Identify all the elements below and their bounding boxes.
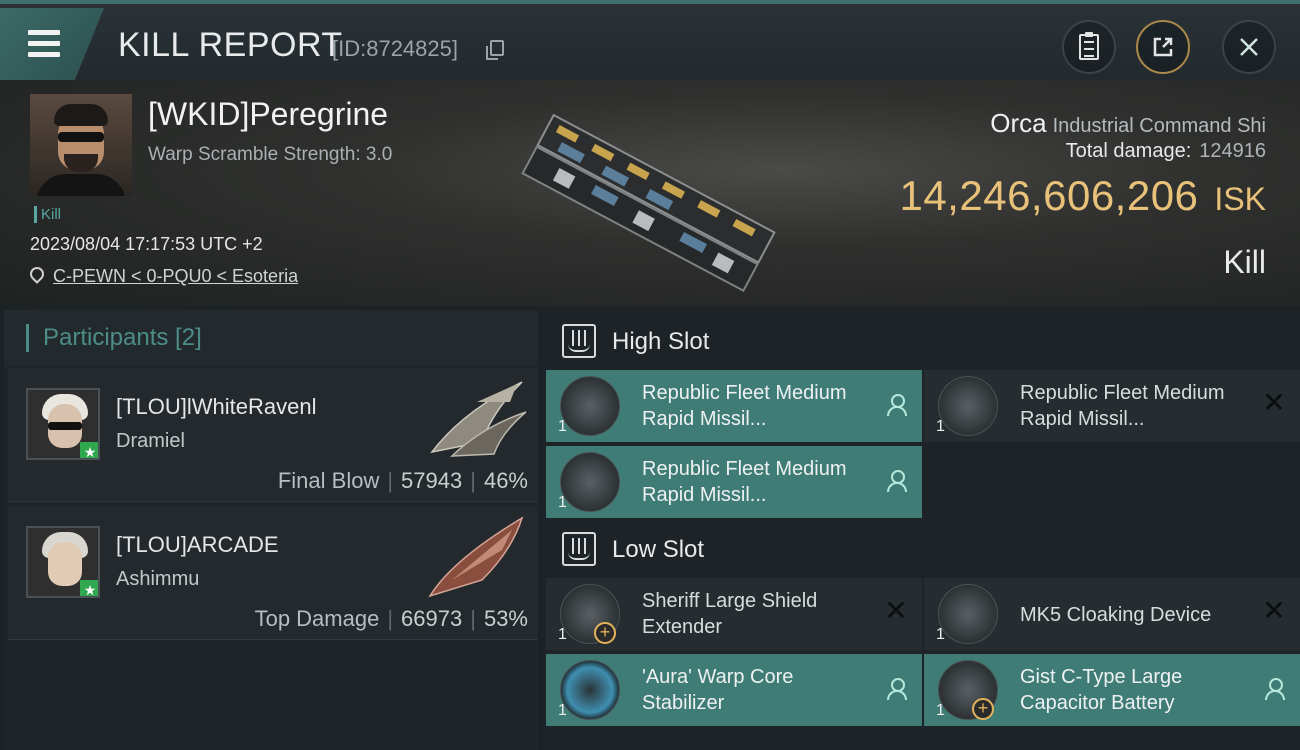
participant-percent: 53% [483,606,528,631]
module-item[interactable]: 1 Republic Fleet Medium Rapid Missil... [546,370,922,442]
module-item[interactable]: + 1 Sheriff Large Shield Extender ✕ [546,578,922,650]
share-icon [1153,37,1173,57]
participants-panel: Participants [2] ★ [TLOU]lWhiteRavenl Dr… [4,310,538,750]
star-icon: ★ [80,442,98,458]
kill-location-link[interactable]: C-PEWN < 0-PQU0 < Esoteria [53,266,298,287]
participant-percent: 46% [483,468,528,493]
module-quantity: 1 [558,418,567,435]
copy-icon[interactable] [486,40,504,60]
dramiel-ship-image [430,381,527,457]
low-slot-title: Low Slot [612,536,705,563]
ship-type[interactable]: Orca Industrial Command Shi [990,108,1266,139]
share-button[interactable] [1136,20,1190,74]
kill-result: Kill [1223,244,1266,280]
plus-icon: + [972,698,994,720]
missile-launcher-icon [938,376,998,436]
module-quantity: 1 [936,418,945,435]
header-bar: KILL REPORT [ID:8724825] [0,0,1300,80]
participant-name[interactable]: [TLOU]lWhiteRavenl [116,394,317,420]
module-quantity: 1 [936,702,945,719]
orca-ship-image [521,113,776,293]
participant-damage: 57943 [401,468,463,493]
module-item[interactable]: 1 Republic Fleet Medium Rapid Missil... [546,446,922,518]
report-id: [ID:8724825] [332,36,458,61]
kill-datetime: 2023/08/04 17:17:53 UTC +2 [30,234,263,254]
warp-scramble-strength: Warp Scramble Strength: 3.0 [148,144,393,165]
participant-role: Top Damage [254,606,380,631]
plus-icon: + [594,622,616,644]
participant-role: Final Blow [277,468,380,493]
menu-icon [28,30,60,35]
module-name: Republic Fleet Medium Rapid Missil... [642,458,847,506]
avatar[interactable]: ★ [26,388,100,460]
participants-header: Participants [2] [4,310,538,366]
module-name: Republic Fleet Medium Rapid Missil... [1020,382,1225,430]
module-item[interactable]: 1 Republic Fleet Medium Rapid Missil... … [924,370,1300,442]
participant-row[interactable]: ★ [TLOU]lWhiteRavenl Dramiel Final Blow |… [8,368,538,502]
module-name: 'Aura' Warp Core Stabilizer [642,666,794,714]
victim-portrait[interactable] [30,94,132,196]
module-quantity: 1 [558,626,567,643]
participants-title: Participants [2] [26,324,202,352]
ship-name: Orca [990,108,1047,138]
victim-summary: [WKID]Peregrine Warp Scramble Strength: … [0,80,1300,306]
high-slot-title: High Slot [612,328,710,355]
module-item[interactable]: 1 MK5 Cloaking Device ✕ [924,578,1300,650]
kill-tag: Kill [34,206,61,223]
location-pin-icon [27,264,47,284]
low-slot-header: Low Slot [542,520,1300,580]
isk-value: 14,246,606,206 ISK [899,172,1266,220]
person-icon [884,468,908,492]
person-icon [1262,676,1286,700]
menu-button[interactable] [0,8,104,80]
warp-core-stabilizer-icon [560,660,620,720]
module-name: Sheriff Large Shield Extender [642,590,818,638]
module-item[interactable]: 1 'Aura' Warp Core Stabilizer [546,654,922,726]
participant-ship: Ashimmu [116,568,200,590]
person-icon [884,676,908,700]
isk-amount: 14,246,606,206 [899,172,1199,219]
module-name: Republic Fleet Medium Rapid Missil... [642,382,847,430]
module-name: Gist C-Type Large Capacitor Battery [1020,666,1183,714]
module-quantity: 1 [936,626,945,643]
avatar[interactable]: ★ [26,526,100,598]
module-name: MK5 Cloaking Device [1020,604,1212,626]
participant-ship: Dramiel [116,430,185,452]
module-quantity: 1 [558,702,567,719]
destroyed-x-icon: ✕ [884,595,908,626]
total-damage: Total damage: 124916 [1066,140,1266,163]
ship-class: Industrial Command Shi [1052,115,1266,137]
fittings-panel: High Slot 1 Republic Fleet Medium Rapid … [542,310,1300,750]
module-item[interactable]: + 1 Gist C-Type Large Capacitor Battery [924,654,1300,726]
isk-unit: ISK [1214,181,1266,217]
participant-row[interactable]: ★ [TLOU]ARCADE Ashimmu Top Damage | 66973 |… [8,506,538,640]
person-icon [884,392,908,416]
participant-name[interactable]: [TLOU]ARCADE [116,532,279,558]
missile-launcher-icon [560,452,620,512]
clipboard-button[interactable] [1062,20,1116,74]
total-damage-value: 124916 [1199,140,1266,162]
destroyed-x-icon: ✕ [1262,387,1286,418]
star-icon: ★ [80,580,98,596]
high-slot-header: High Slot [542,312,1300,372]
victim-name[interactable]: [WKID]Peregrine [148,96,388,133]
close-icon [1240,38,1258,56]
total-damage-label: Total damage: [1065,140,1192,162]
missile-launcher-icon [560,376,620,436]
cloaking-device-icon [938,584,998,644]
ashimmu-ship-image [428,516,524,598]
participant-damage: 66973 [401,606,463,631]
high-slot-icon [562,324,596,358]
kill-report-page: KILL REPORT [ID:8724825] [WKID]Peregrine… [0,0,1300,750]
module-quantity: 1 [558,494,567,511]
clipboard-icon [1079,32,1099,60]
participant-stats: Final Blow | 57943 | 46% [277,468,528,493]
close-button[interactable] [1222,20,1276,74]
page-title: KILL REPORT [118,26,343,64]
destroyed-x-icon: ✕ [1262,595,1286,626]
low-slot-icon [562,532,596,566]
participant-stats: Top Damage | 66973 | 53% [254,606,528,631]
